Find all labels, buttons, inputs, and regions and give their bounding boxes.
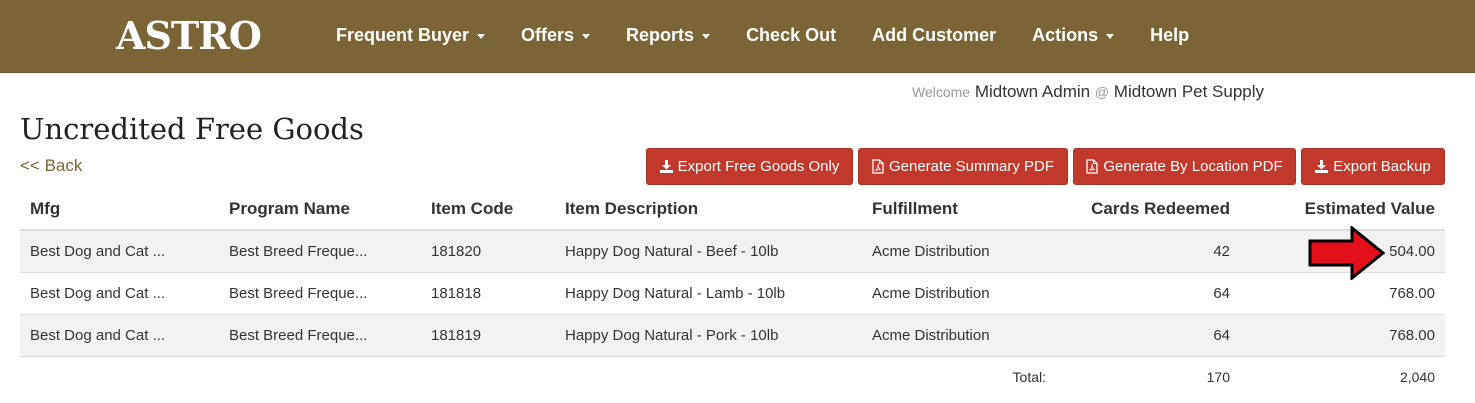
download-icon	[659, 160, 673, 173]
free-goods-table: Mfg Program Name Item Code Item Descript…	[20, 188, 1445, 398]
nav-item-label: Help	[1150, 24, 1190, 45]
cell-item-code: 181819	[421, 313, 555, 356]
empty-cell	[421, 355, 555, 398]
column-header-cards-redeemed[interactable]: Cards Redeemed	[1056, 188, 1240, 231]
export-free-goods-button[interactable]: Export Free Goods Only	[646, 148, 853, 185]
column-header-estimated-value[interactable]: Estimated Value	[1240, 188, 1445, 231]
cell-program-link[interactable]: Best Breed Freque...	[219, 313, 421, 356]
button-label: Export Free Goods Only	[677, 158, 840, 175]
total-cards-redeemed: 170	[1056, 355, 1240, 398]
total-label: Total:	[862, 355, 1056, 398]
cell-program-link[interactable]: Best Breed Freque...	[219, 271, 421, 314]
pdf-file-icon	[1086, 159, 1099, 174]
table-row: Best Dog and Cat ... Best Breed Freque..…	[20, 229, 1445, 272]
caret-down-icon	[702, 33, 711, 39]
column-header-item-description[interactable]: Item Description	[555, 188, 862, 231]
nav-item-offers[interactable]: Offers	[503, 0, 608, 70]
table-row: Best Dog and Cat ... Best Breed Freque..…	[20, 313, 1445, 356]
cell-item-code: 181818	[421, 271, 555, 314]
caret-down-icon	[1106, 33, 1115, 39]
button-label: Export Backup	[1333, 158, 1431, 175]
nav-item-add-customer[interactable]: Add Customer	[854, 0, 1014, 70]
cell-estimated-value-link[interactable]: 768.00	[1240, 313, 1445, 356]
cell-item-description: Happy Dog Natural - Beef - 10lb	[555, 229, 862, 272]
cell-mfg: Best Dog and Cat ...	[20, 313, 219, 356]
nav-item-label: Offers	[521, 24, 575, 45]
cell-cards-redeemed: 64	[1056, 271, 1240, 314]
nav-item-help[interactable]: Help	[1132, 0, 1207, 70]
nav-item-reports[interactable]: Reports	[608, 0, 728, 70]
cell-fulfillment: Acme Distribution	[862, 271, 1056, 314]
nav-item-check-out[interactable]: Check Out	[728, 0, 854, 70]
cell-item-description: Happy Dog Natural - Pork - 10lb	[555, 313, 862, 356]
welcome-location: Midtown Pet Supply	[1113, 82, 1265, 101]
nav-item-label: Actions	[1032, 24, 1099, 45]
empty-cell	[219, 355, 421, 398]
cell-mfg: Best Dog and Cat ...	[20, 271, 219, 314]
column-header-item-code[interactable]: Item Code	[421, 188, 555, 231]
nav-item-frequent-buyer[interactable]: Frequent Buyer	[318, 0, 503, 70]
cell-fulfillment: Acme Distribution	[862, 313, 1056, 356]
cell-item-description: Happy Dog Natural - Lamb - 10lb	[555, 271, 862, 314]
column-header-fulfillment[interactable]: Fulfillment	[862, 188, 1056, 231]
table-header-row: Mfg Program Name Item Code Item Descript…	[20, 188, 1445, 231]
red-arrow-icon	[1308, 226, 1386, 280]
generate-summary-pdf-button[interactable]: Generate Summary PDF	[858, 148, 1068, 185]
generate-by-location-pdf-button[interactable]: Generate By Location PDF	[1073, 148, 1296, 185]
table-total-row: Total: 170 2,040	[20, 355, 1445, 398]
pdf-file-icon	[872, 159, 884, 174]
empty-cell	[20, 355, 219, 398]
welcome-prefix: Welcome	[912, 84, 971, 100]
column-header-mfg[interactable]: Mfg	[20, 188, 219, 231]
caret-down-icon	[477, 33, 486, 39]
button-label: Generate By Location PDF	[1103, 158, 1283, 175]
button-label: Generate Summary PDF	[888, 158, 1055, 175]
total-estimated-value: 2,040	[1240, 355, 1445, 398]
cell-program-link[interactable]: Best Breed Freque...	[219, 229, 421, 272]
welcome-message: Welcome Midtown Admin @ Midtown Pet Supp…	[912, 82, 1264, 102]
nav-item-label: Check Out	[746, 24, 837, 45]
column-header-program-name[interactable]: Program Name	[219, 188, 421, 231]
nav-item-label: Frequent Buyer	[336, 24, 470, 45]
welcome-user: Midtown Admin	[974, 82, 1091, 101]
caret-down-icon	[582, 33, 591, 39]
empty-cell	[555, 355, 862, 398]
back-link[interactable]: << Back	[20, 156, 82, 176]
brand-logo[interactable]: ASTRO	[116, 14, 262, 58]
cell-mfg: Best Dog and Cat ...	[20, 229, 219, 272]
cell-item-code: 181820	[421, 229, 555, 272]
cell-cards-redeemed: 42	[1056, 229, 1240, 272]
nav-menu: Frequent Buyer Offers Reports Check Out …	[318, 0, 1207, 70]
download-icon	[1315, 160, 1329, 173]
nav-item-label: Reports	[626, 24, 695, 45]
page-title: Uncredited Free Goods	[20, 112, 364, 146]
cell-cards-redeemed: 64	[1056, 313, 1240, 356]
cell-fulfillment: Acme Distribution	[862, 229, 1056, 272]
table-row: Best Dog and Cat ... Best Breed Freque..…	[20, 271, 1445, 314]
welcome-at: @	[1094, 84, 1110, 100]
nav-item-actions[interactable]: Actions	[1014, 0, 1132, 70]
export-backup-button[interactable]: Export Backup	[1301, 148, 1445, 185]
top-navbar: ASTRO Frequent Buyer Offers Reports Chec…	[0, 0, 1475, 73]
nav-item-label: Add Customer	[872, 24, 997, 45]
